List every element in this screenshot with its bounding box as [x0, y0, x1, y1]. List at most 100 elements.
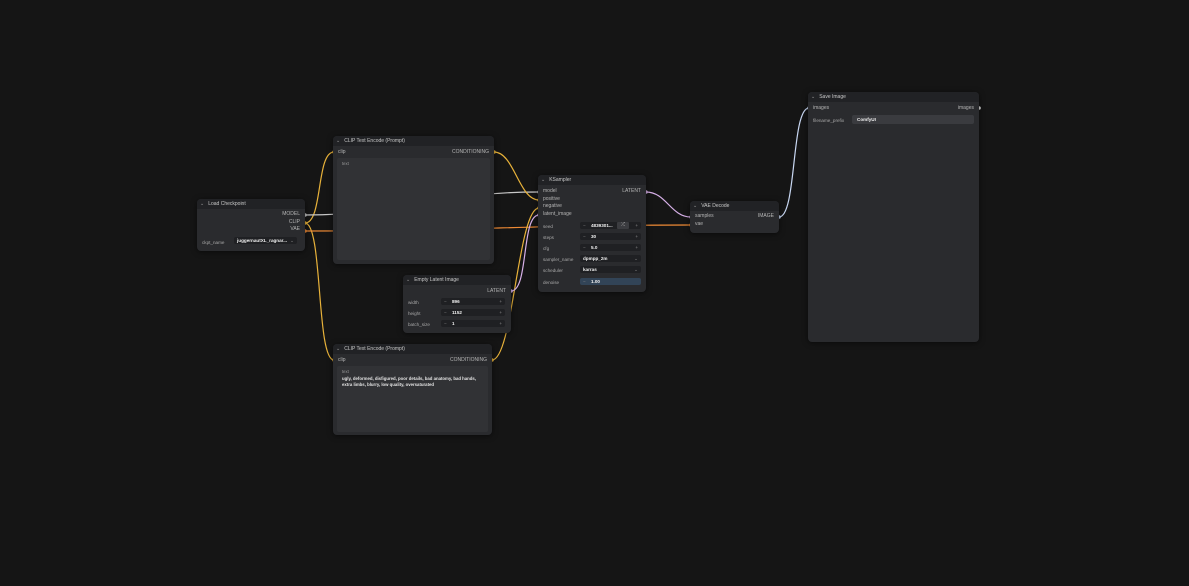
- node-title: Empty Latent Image: [414, 276, 459, 283]
- wire-latent-to-ksampler[interactable]: [510, 214, 540, 292]
- scheduler-value: karras: [583, 267, 597, 272]
- input-model-label: model: [543, 188, 557, 194]
- node-header[interactable]: ⌄ Empty Latent Image: [403, 275, 511, 285]
- wire-image-to-save-image[interactable]: [778, 107, 810, 218]
- filename-prefix-value: ComfyUI: [857, 117, 876, 122]
- output-model-label: MODEL: [282, 211, 300, 217]
- height-value: 1152: [452, 310, 462, 315]
- denoise-label: denoise: [543, 280, 560, 285]
- node-title: Load Checkpoint: [208, 200, 246, 207]
- chevron-down-icon[interactable]: ⌄: [541, 177, 545, 184]
- decrement-icon[interactable]: −: [444, 309, 447, 316]
- batch-size-stepper[interactable]: − 1 +: [441, 320, 505, 327]
- width-value: 896: [452, 299, 460, 304]
- increment-icon[interactable]: +: [635, 244, 638, 251]
- sampler-name-select[interactable]: dpmpp_2m ⌄: [580, 255, 641, 262]
- node-clip-text-encode-positive[interactable]: ⌄ CLIP Text Encode (Prompt) clip CONDITI…: [333, 136, 494, 264]
- prompt-textarea[interactable]: text: [337, 158, 490, 260]
- node-load-checkpoint[interactable]: ⌄ Load Checkpoint MODEL CLIP VAE ckpt_na…: [197, 199, 305, 251]
- filename-prefix-label: filename_prefix: [813, 118, 845, 123]
- chevron-down-icon[interactable]: ⌄: [336, 346, 340, 353]
- node-save-image[interactable]: ⌄ Save Image images images filename_pref…: [808, 92, 979, 342]
- node-header[interactable]: ⌄ VAE Decode: [690, 201, 779, 211]
- increment-icon[interactable]: +: [635, 222, 638, 229]
- node-title: VAE Decode: [701, 202, 730, 209]
- batch-size-label: batch_size: [408, 322, 430, 327]
- width-label: width: [408, 300, 419, 305]
- text-label: text: [342, 161, 349, 166]
- decrement-icon[interactable]: −: [583, 278, 586, 285]
- node-header[interactable]: ⌄ KSampler: [538, 175, 646, 185]
- output-vae-label: VAE: [290, 226, 300, 232]
- output-conditioning-label: CONDITIONING: [450, 357, 487, 363]
- input-positive-label: positive: [543, 195, 560, 202]
- chevron-down-icon: ⌄: [634, 256, 638, 261]
- increment-icon[interactable]: +: [499, 320, 502, 327]
- decrement-icon[interactable]: −: [444, 320, 447, 327]
- decrement-icon[interactable]: −: [583, 244, 586, 251]
- denoise-value: 1.00: [591, 279, 600, 284]
- input-vae-label: vae: [695, 220, 704, 227]
- cfg-value: 5.0: [591, 245, 598, 250]
- wire-clip-to-negative[interactable]: [304, 222, 335, 361]
- input-negative-label: negative: [543, 203, 562, 209]
- ckpt-name-select[interactable]: juggernautXL_ragnar... ⌄: [234, 237, 297, 244]
- chevron-down-icon[interactable]: ⌄: [693, 203, 697, 210]
- node-title: CLIP Text Encode (Prompt): [344, 137, 405, 144]
- output-latent-label: LATENT: [622, 188, 641, 194]
- chevron-down-icon[interactable]: ⌄: [200, 201, 204, 208]
- output-image-label: IMAGE: [757, 213, 774, 219]
- node-title: Save Image: [819, 93, 846, 100]
- increment-icon[interactable]: +: [635, 233, 638, 240]
- chevron-down-icon: ⌄: [634, 267, 638, 272]
- cfg-label: cfg: [543, 246, 550, 251]
- chevron-down-icon[interactable]: ⌄: [336, 138, 340, 145]
- node-empty-latent-image[interactable]: ⌄ Empty Latent Image LATENT width − 896 …: [403, 275, 511, 333]
- seed-label: seed: [543, 224, 553, 229]
- increment-icon[interactable]: +: [499, 298, 502, 305]
- node-title: CLIP Text Encode (Prompt): [344, 345, 405, 352]
- node-header[interactable]: ⌄ CLIP Text Encode (Prompt): [333, 136, 494, 146]
- output-conditioning-label: CONDITIONING: [452, 149, 489, 155]
- input-clip-label: clip: [338, 149, 346, 155]
- chevron-down-icon[interactable]: ⌄: [406, 277, 410, 284]
- node-header[interactable]: ⌄ CLIP Text Encode (Prompt): [333, 344, 492, 354]
- height-stepper[interactable]: − 1152 +: [441, 309, 505, 316]
- decrement-icon[interactable]: −: [583, 222, 586, 229]
- wire-clip-to-positive[interactable]: [304, 151, 335, 224]
- seed-stepper[interactable]: − 4839301... ⤮ +: [580, 222, 641, 229]
- cfg-stepper[interactable]: − 5.0 +: [580, 244, 641, 251]
- seed-value: 4839301...: [591, 223, 613, 228]
- width-stepper[interactable]: − 896 +: [441, 298, 505, 305]
- node-header[interactable]: ⌄ Save Image: [808, 92, 979, 102]
- sampler-name-value: dpmpp_2m: [583, 256, 608, 261]
- node-ksampler[interactable]: ⌄ KSampler model LATENT positive negativ…: [538, 175, 646, 292]
- prompt-textarea[interactable]: text ugly, deformed, disfigured, poor de…: [337, 366, 488, 432]
- steps-value: 30: [591, 234, 597, 239]
- decrement-icon[interactable]: −: [444, 298, 447, 305]
- filename-prefix-input[interactable]: ComfyUI: [852, 115, 974, 124]
- wire-ksampler-to-vae-decode[interactable]: [645, 191, 692, 218]
- denoise-slider[interactable]: − 1.00: [580, 278, 641, 285]
- graph-canvas[interactable]: ⌄ Load Checkpoint MODEL CLIP VAE ckpt_na…: [0, 0, 1189, 586]
- wire-positive-to-ksampler[interactable]: [493, 151, 540, 201]
- wires-layer: [303, 106, 981, 362]
- scheduler-label: scheduler: [543, 268, 563, 273]
- node-vae-decode[interactable]: ⌄ VAE Decode samples IMAGE vae: [690, 201, 779, 233]
- steps-stepper[interactable]: − 30 +: [580, 233, 641, 240]
- output-images-label: images: [957, 105, 974, 111]
- prompt-text: ugly, deformed, disfigured, poor details…: [342, 376, 477, 387]
- scheduler-select[interactable]: karras ⌄: [580, 266, 641, 273]
- node-title: KSampler: [549, 176, 572, 183]
- node-clip-text-encode-negative[interactable]: ⌄ CLIP Text Encode (Prompt) clip CONDITI…: [333, 344, 492, 435]
- ckpt-name-label: ckpt_name: [202, 240, 225, 245]
- input-clip-label: clip: [338, 357, 346, 363]
- randomize-seed-icon[interactable]: ⤮: [617, 222, 629, 229]
- decrement-icon[interactable]: −: [583, 233, 586, 240]
- node-header[interactable]: ⌄ Load Checkpoint: [197, 199, 305, 209]
- sampler-name-label: sampler_name: [543, 257, 574, 262]
- increment-icon[interactable]: +: [499, 309, 502, 316]
- chevron-down-icon[interactable]: ⌄: [811, 94, 815, 101]
- output-latent-label: LATENT: [487, 288, 506, 294]
- input-samples-label: samples: [695, 213, 714, 219]
